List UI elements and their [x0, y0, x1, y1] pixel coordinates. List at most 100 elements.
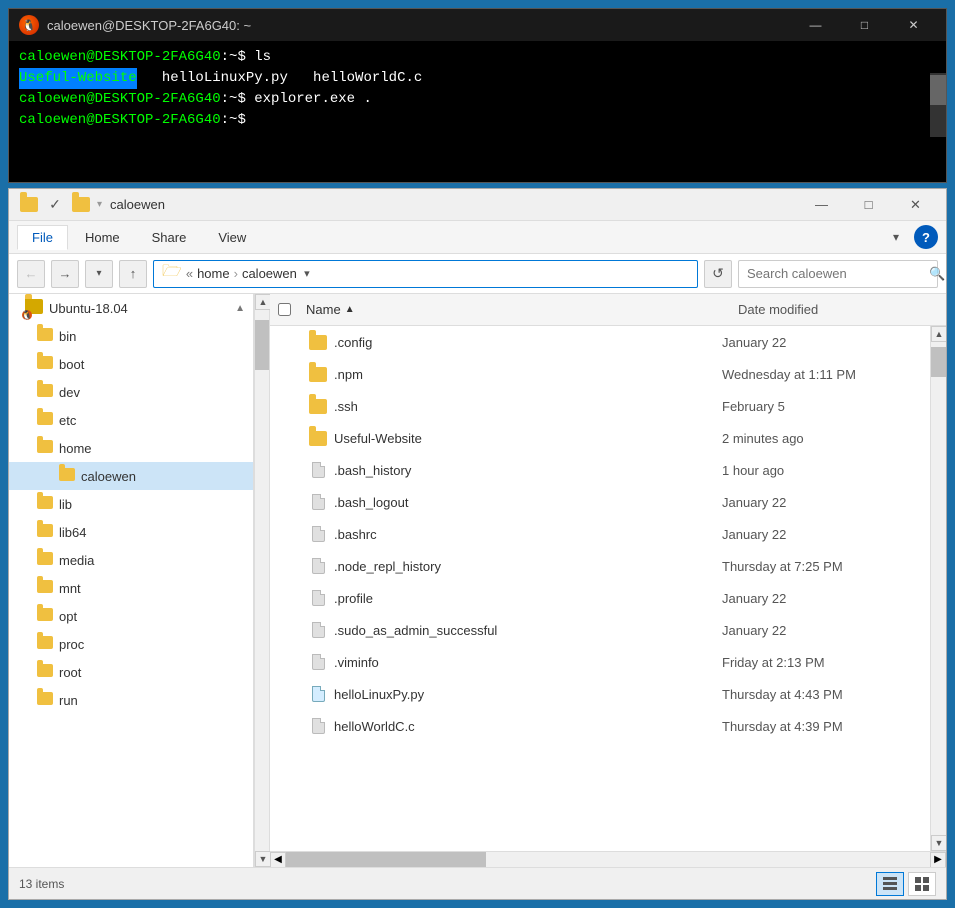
sidebar-item-run[interactable]: run: [9, 686, 253, 714]
explorer-titlebar: ✓ ▾ caloewen — □ ✕: [9, 189, 946, 221]
history-button[interactable]: ▾: [85, 260, 113, 288]
tab-share[interactable]: Share: [137, 225, 202, 249]
file-name: .node_repl_history: [330, 559, 722, 574]
refresh-button[interactable]: ↺: [704, 260, 732, 288]
terminal-line-2: Useful-Website helloLinuxPy.py helloWorl…: [19, 68, 936, 89]
explorer-maximize-button[interactable]: □: [846, 192, 891, 218]
sidebar-scroll-down[interactable]: ▼: [255, 851, 271, 867]
file-item[interactable]: .bashrc January 22: [270, 518, 930, 550]
file-date: Friday at 2:13 PM: [722, 655, 922, 670]
sidebar-item-root[interactable]: root: [9, 658, 253, 686]
sidebar-item-lib64[interactable]: lib64: [9, 518, 253, 546]
tab-view[interactable]: View: [203, 225, 261, 249]
column-date[interactable]: Date modified: [738, 302, 938, 317]
file-item[interactable]: .viminfo Friday at 2:13 PM: [270, 646, 930, 678]
sidebar-item-bin[interactable]: bin: [9, 322, 253, 350]
search-input[interactable]: [747, 266, 923, 281]
quick-access-folder-icon: [17, 193, 41, 217]
help-button[interactable]: ?: [914, 225, 938, 249]
sidebar-item-media[interactable]: media: [9, 546, 253, 574]
terminal-scrollbar[interactable]: [930, 73, 946, 137]
file-item[interactable]: .bash_logout January 22: [270, 486, 930, 518]
sidebar-label-lib64: lib64: [59, 525, 86, 540]
file-item[interactable]: .node_repl_history Thursday at 7:25 PM: [270, 550, 930, 582]
ubuntu-folder-icon: 🐧: [25, 299, 43, 317]
breadcrumb-home[interactable]: home: [197, 266, 230, 281]
ribbon-collapse-button[interactable]: ▾: [884, 225, 908, 249]
quick-access-folder2-icon: [69, 193, 93, 217]
sidebar-item-boot[interactable]: boot: [9, 350, 253, 378]
address-path[interactable]: 🗁 « home › caloewen ▾: [153, 260, 698, 288]
h-scroll-thumb: [286, 852, 486, 867]
file-list-scrollbar[interactable]: ▲ ▼: [930, 326, 946, 851]
terminal-controls: — □ ✕: [793, 12, 936, 38]
h-scroll-right[interactable]: ▶: [930, 852, 946, 868]
folder-icon-caloewen: [59, 468, 75, 484]
file-item[interactable]: helloLinuxPy.py Thursday at 4:43 PM: [270, 678, 930, 710]
file-item[interactable]: .config January 22: [270, 326, 930, 358]
view-details-button[interactable]: [876, 872, 904, 896]
select-all-checkbox[interactable]: [278, 303, 291, 316]
terminal-scrollbar-thumb: [930, 75, 946, 105]
file-item[interactable]: .sudo_as_admin_successful January 22: [270, 614, 930, 646]
terminal-prompt-3: caloewen@DESKTOP-2FA6G40: [19, 89, 221, 110]
file-item[interactable]: .profile January 22: [270, 582, 930, 614]
sidebar-item-etc[interactable]: etc: [9, 406, 253, 434]
items-count: 13 items: [19, 877, 64, 891]
file-item[interactable]: .npm Wednesday at 1:11 PM: [270, 358, 930, 390]
terminal-prompt-4: caloewen@DESKTOP-2FA6G40: [19, 110, 221, 131]
sidebar-item-proc[interactable]: proc: [9, 630, 253, 658]
file-icon: [306, 335, 330, 350]
quick-access-checkmark-icon[interactable]: ✓: [43, 193, 67, 217]
folder-icon-media: [37, 552, 53, 568]
sidebar-item-caloewen[interactable]: caloewen: [9, 462, 253, 490]
ribbon: File Home Share View ▾ ?: [9, 221, 946, 254]
file-item[interactable]: helloWorldC.c Thursday at 4:39 PM: [270, 710, 930, 742]
sidebar-expand-ubuntu[interactable]: ▲: [235, 303, 245, 314]
column-name[interactable]: Name ▲: [306, 302, 738, 317]
terminal-close-button[interactable]: ✕: [891, 12, 936, 38]
sidebar-item-home[interactable]: home: [9, 434, 253, 462]
explorer-window: ✓ ▾ caloewen — □ ✕ File Home Share View …: [8, 188, 947, 900]
forward-button[interactable]: →: [51, 260, 79, 288]
tab-file[interactable]: File: [17, 225, 68, 250]
explorer-minimize-button[interactable]: —: [799, 192, 844, 218]
terminal-maximize-button[interactable]: □: [842, 12, 887, 38]
h-scroll-track: [286, 852, 930, 867]
sidebar-scroll-up[interactable]: ▲: [255, 294, 271, 310]
sidebar-item-lib[interactable]: lib: [9, 490, 253, 518]
tab-home[interactable]: Home: [70, 225, 135, 249]
file-scroll-thumb: [931, 347, 946, 377]
folder-icon-root: [37, 664, 53, 680]
sidebar-item-mnt[interactable]: mnt: [9, 574, 253, 602]
folder-icon-lib64: [37, 524, 53, 540]
back-button[interactable]: ←: [17, 260, 45, 288]
explorer-controls: — □ ✕: [799, 192, 938, 218]
folder-icon-bin: [37, 328, 53, 344]
file-item[interactable]: Useful-Website 2 minutes ago: [270, 422, 930, 454]
sidebar-item-opt[interactable]: opt: [9, 602, 253, 630]
sidebar-item-dev[interactable]: dev: [9, 378, 253, 406]
file-scroll-down[interactable]: ▼: [931, 835, 946, 851]
sidebar-scroll-thumb: [255, 320, 269, 370]
ubuntu-badge: 🐧: [22, 310, 32, 320]
file-item[interactable]: .bash_history 1 hour ago: [270, 454, 930, 486]
breadcrumb-caloewen[interactable]: caloewen: [242, 266, 297, 281]
file-name: .sudo_as_admin_successful: [330, 623, 722, 638]
explorer-close-button[interactable]: ✕: [893, 192, 938, 218]
search-icon: 🔍: [929, 266, 945, 282]
sidebar-item-ubuntu[interactable]: 🐧 Ubuntu-18.04 ▲: [9, 294, 253, 322]
search-box[interactable]: 🔍: [738, 260, 938, 288]
file-item[interactable]: .ssh February 5: [270, 390, 930, 422]
up-button[interactable]: ↑: [119, 260, 147, 288]
h-scrollbar[interactable]: ◀ ▶: [270, 851, 946, 867]
sidebar-scrollbar[interactable]: ▲ ▼: [254, 294, 270, 867]
view-large-icons-button[interactable]: [908, 872, 936, 896]
folder-icon-run: [37, 692, 53, 708]
file-scroll-up[interactable]: ▲: [931, 326, 946, 342]
path-dropdown-arrow[interactable]: ▾: [297, 260, 317, 288]
status-bar: 13 items: [9, 867, 946, 899]
sidebar-scroll-track: [255, 310, 269, 851]
h-scroll-left[interactable]: ◀: [270, 852, 286, 868]
terminal-minimize-button[interactable]: —: [793, 12, 838, 38]
